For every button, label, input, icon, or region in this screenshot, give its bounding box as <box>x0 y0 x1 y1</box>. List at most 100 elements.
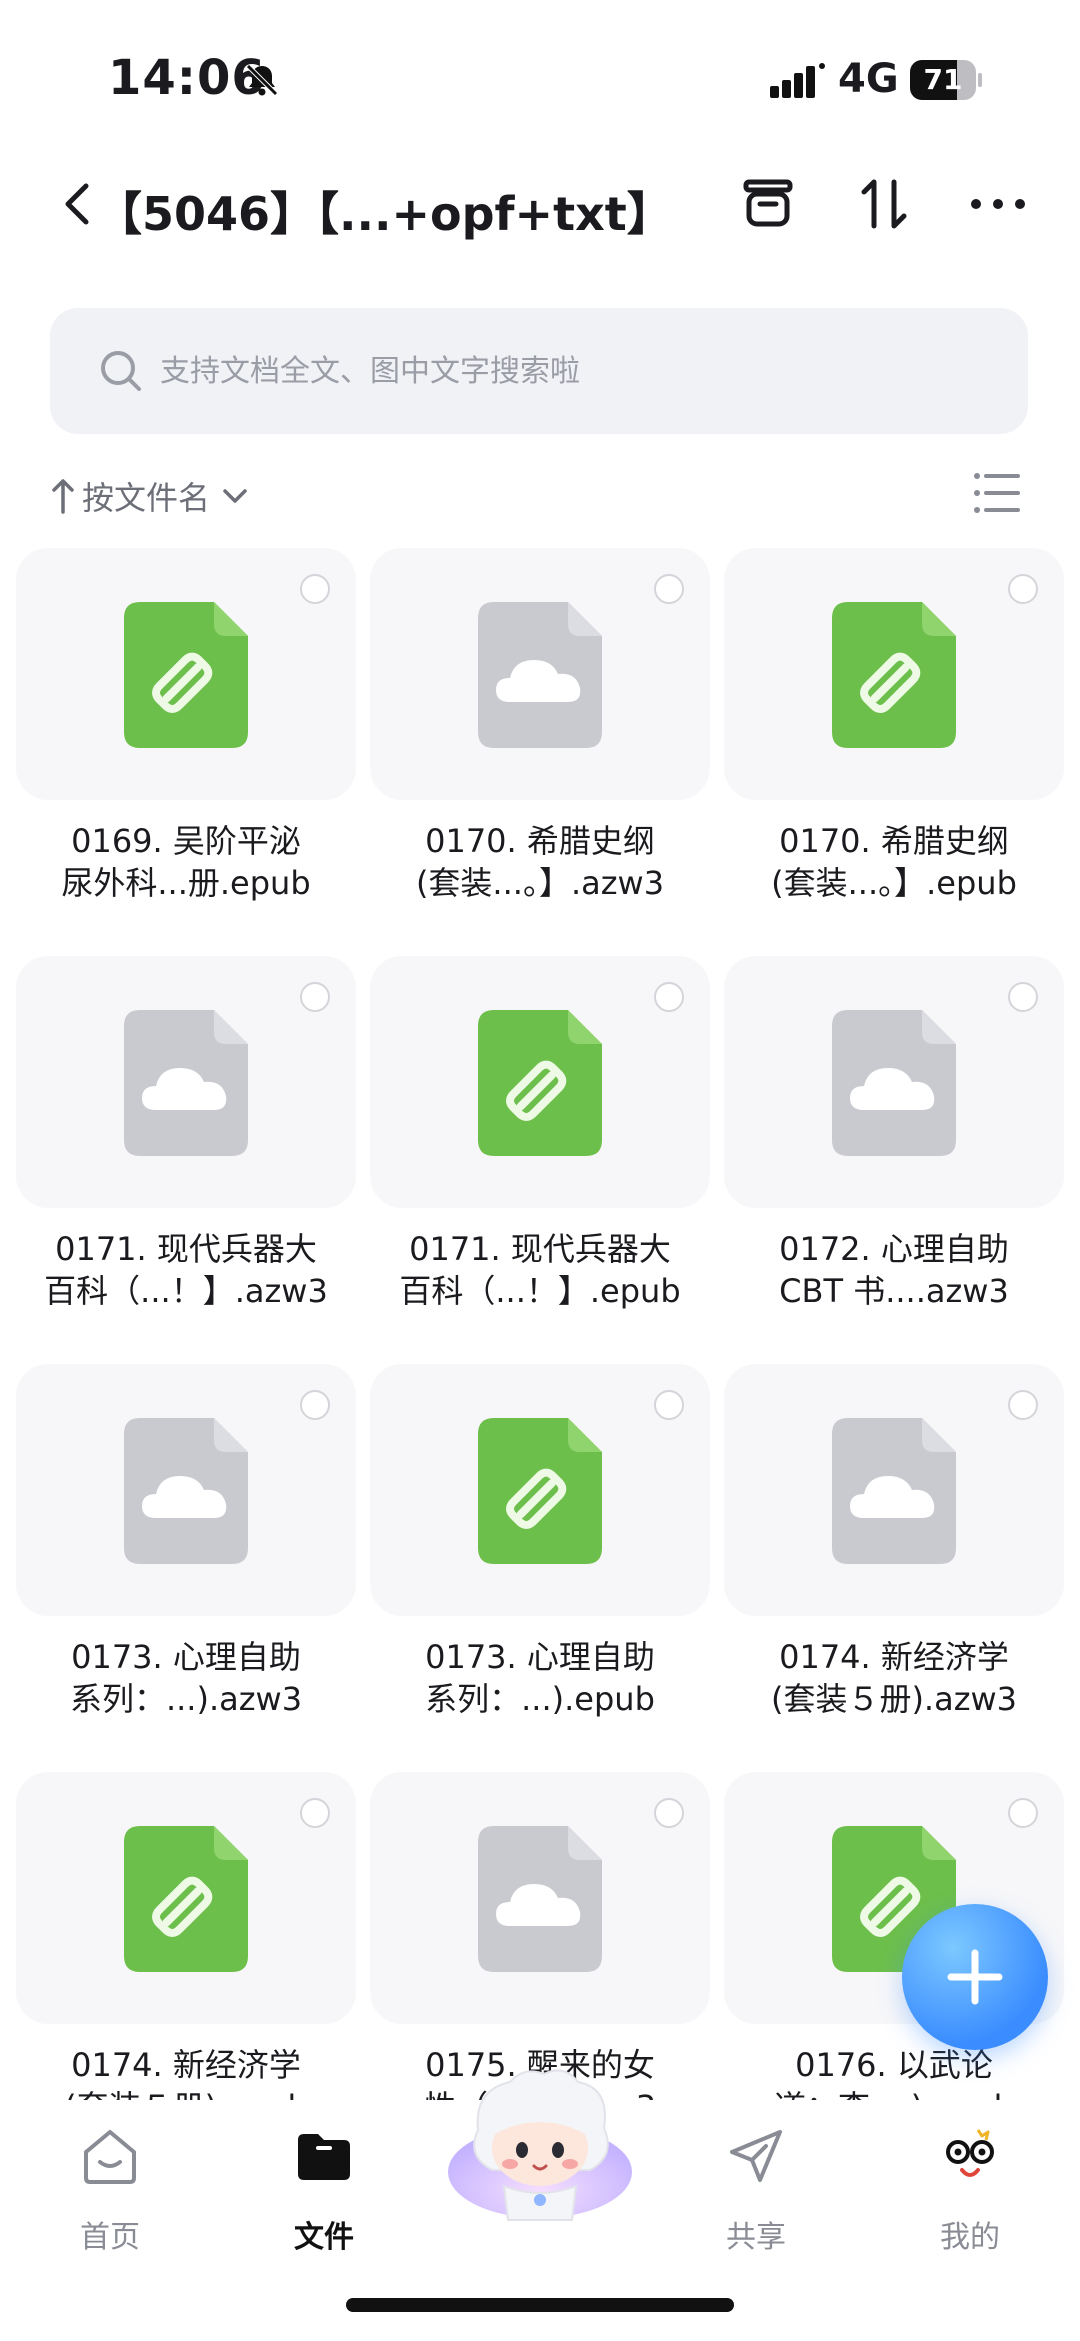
sort-icon[interactable] <box>852 172 916 236</box>
file-item[interactable]: 0174. 新经济学 (套装５册).epub <box>16 1772 356 2100</box>
search-icon <box>101 351 141 391</box>
file-name: 0173. 心理自助 系列：...).epub <box>370 1636 710 1720</box>
select-checkbox[interactable] <box>300 982 330 1012</box>
select-checkbox[interactable] <box>300 1798 330 1828</box>
file-item[interactable]: 0171. 现代兵器大 百科（...！】.epub <box>370 956 710 1364</box>
folder-icon <box>298 2134 350 2180</box>
file-thumbnail[interactable] <box>16 1772 356 2024</box>
file-name: 0173. 心理自助 系列：...).azw3 <box>16 1636 356 1720</box>
file-item[interactable]: 0169. 吴阶平泌 尿外科...册.epub <box>16 548 356 956</box>
tab-share[interactable]: 共享 <box>676 2120 836 2270</box>
chevron-down-icon <box>223 489 247 503</box>
select-checkbox[interactable] <box>1008 574 1038 604</box>
file-name: 0176. 以武论 道：李....).epub <box>724 2044 1064 2100</box>
file-thumbnail[interactable] <box>370 1772 710 2024</box>
select-checkbox[interactable] <box>654 1798 684 1828</box>
file-thumbnail[interactable] <box>724 956 1064 1208</box>
file-name: 0171. 现代兵器大 百科（...！】.epub <box>370 1228 710 1312</box>
file-name: 0170. 希腊史纲 (套装...。】.epub <box>724 820 1064 904</box>
file-item[interactable]: 0170. 希腊史纲 (套装...。】.azw3 <box>370 548 710 956</box>
tab-share-label: 共享 <box>726 2220 786 2255</box>
file-name: 0171. 现代兵器大 百科（...！】.azw3 <box>16 1228 356 1312</box>
select-checkbox[interactable] <box>654 1390 684 1420</box>
file-name-line: CBT 书....azw3 <box>779 1272 1009 1310</box>
sort-ascending-icon <box>52 479 74 514</box>
select-checkbox[interactable] <box>1008 982 1038 1012</box>
file-name-line: 0176. 以武论 <box>795 2046 993 2084</box>
file-name-line: 0171. 现代兵器大 <box>55 1230 317 1268</box>
file-name-line: (套装５册).azw3 <box>770 1680 1018 1718</box>
file-name-line: (套装５册).epub <box>16 2086 356 2100</box>
file-item[interactable]: 0175. 醒来的女 性（上...).azw3 <box>370 1772 710 2100</box>
file-thumbnail[interactable] <box>16 1364 356 1616</box>
file-grid: 0169. 吴阶平泌 尿外科...册.epub 0170. 希腊史纲 (套装..… <box>16 548 1064 2100</box>
status-bar: 14:06 4G 71 <box>0 0 1080 150</box>
file-name-line: (套装...。】.epub <box>771 864 1017 902</box>
epub-file-icon <box>124 1826 248 1972</box>
file-name-line: 0174. 新经济学 <box>779 1638 1009 1676</box>
add-button[interactable] <box>902 1904 1048 2050</box>
file-name-line: 道：李....).epub <box>724 2086 1064 2100</box>
back-icon[interactable] <box>56 176 100 232</box>
tab-home-label: 首页 <box>80 2220 140 2255</box>
network-type: 4G <box>838 56 899 102</box>
file-name-line: 0173. 心理自助 <box>425 1638 655 1676</box>
battery-level: 71 <box>923 63 963 96</box>
file-item[interactable]: 0173. 心理自助 系列：...).epub <box>370 1364 710 1772</box>
file-name-line: 0173. 心理自助 <box>71 1638 301 1676</box>
file-item[interactable]: 0170. 希腊史纲 (套装...。】.epub <box>724 548 1064 956</box>
file-thumbnail[interactable] <box>724 548 1064 800</box>
select-checkbox[interactable] <box>1008 1798 1038 1828</box>
file-name-line: 百科（...！】.epub <box>399 1272 681 1310</box>
file-name-line: 0170. 希腊史纲 <box>779 822 1009 860</box>
file-name-line: 0169. 吴阶平泌 <box>71 822 301 860</box>
page-title: 【5046】【...+opf+txt】 <box>96 187 673 241</box>
file-name: 0170. 希腊史纲 (套装...。】.azw3 <box>370 820 710 904</box>
sort-by-name-button[interactable]: 按文件名 <box>50 470 250 522</box>
cloud-file-icon <box>832 1418 956 1564</box>
select-checkbox[interactable] <box>654 982 684 1012</box>
mascot-icon[interactable] <box>440 2060 640 2230</box>
epub-file-icon <box>124 602 248 748</box>
list-view-icon[interactable] <box>972 470 1022 516</box>
file-name-line: 0170. 希腊史纲 <box>425 822 655 860</box>
file-thumbnail[interactable] <box>370 956 710 1208</box>
archive-icon[interactable] <box>736 172 800 236</box>
cloud-file-icon <box>832 1010 956 1156</box>
tab-files-label: 文件 <box>294 2220 354 2255</box>
search-input[interactable] <box>160 308 1000 434</box>
file-name-line: 系列：...).azw3 <box>69 1680 303 1718</box>
select-checkbox[interactable] <box>1008 1390 1038 1420</box>
sort-label: 按文件名 <box>82 479 211 517</box>
file-thumbnail[interactable] <box>370 548 710 800</box>
file-name-line: 0174. 新经济学 <box>71 2046 301 2084</box>
select-checkbox[interactable] <box>300 1390 330 1420</box>
file-item[interactable]: 0173. 心理自助 系列：...).azw3 <box>16 1364 356 1772</box>
signal-icon <box>770 63 825 98</box>
plus-icon <box>947 1949 1003 2005</box>
epub-file-icon <box>478 1010 602 1156</box>
more-icon[interactable] <box>966 172 1030 236</box>
file-name: 0172. 心理自助 CBT 书....azw3 <box>724 1228 1064 1312</box>
file-item[interactable]: 0172. 心理自助 CBT 书....azw3 <box>724 956 1064 1364</box>
share-icon <box>730 2130 782 2182</box>
epub-file-icon <box>832 602 956 748</box>
cloud-file-icon <box>478 602 602 748</box>
file-item[interactable]: 0174. 新经济学 (套装５册).azw3 <box>724 1364 1064 1772</box>
bell-muted-icon <box>246 64 278 96</box>
tab-files[interactable]: 文件 <box>244 2120 404 2270</box>
file-name-line: 0171. 现代兵器大 <box>409 1230 671 1268</box>
file-name-line: (套装...。】.azw3 <box>415 864 665 902</box>
tab-profile[interactable]: 我的 <box>890 2120 1050 2270</box>
file-thumbnail[interactable] <box>370 1364 710 1616</box>
file-thumbnail[interactable] <box>724 1364 1064 1616</box>
cloud-file-icon <box>124 1010 248 1156</box>
file-thumbnail[interactable] <box>16 548 356 800</box>
tab-home[interactable]: 首页 <box>30 2120 190 2270</box>
select-checkbox[interactable] <box>654 574 684 604</box>
select-checkbox[interactable] <box>300 574 330 604</box>
file-thumbnail[interactable] <box>16 956 356 1208</box>
search-bar[interactable] <box>50 308 1028 434</box>
file-name-line: 0172. 心理自助 <box>779 1230 1009 1268</box>
file-item[interactable]: 0171. 现代兵器大 百科（...！】.azw3 <box>16 956 356 1364</box>
